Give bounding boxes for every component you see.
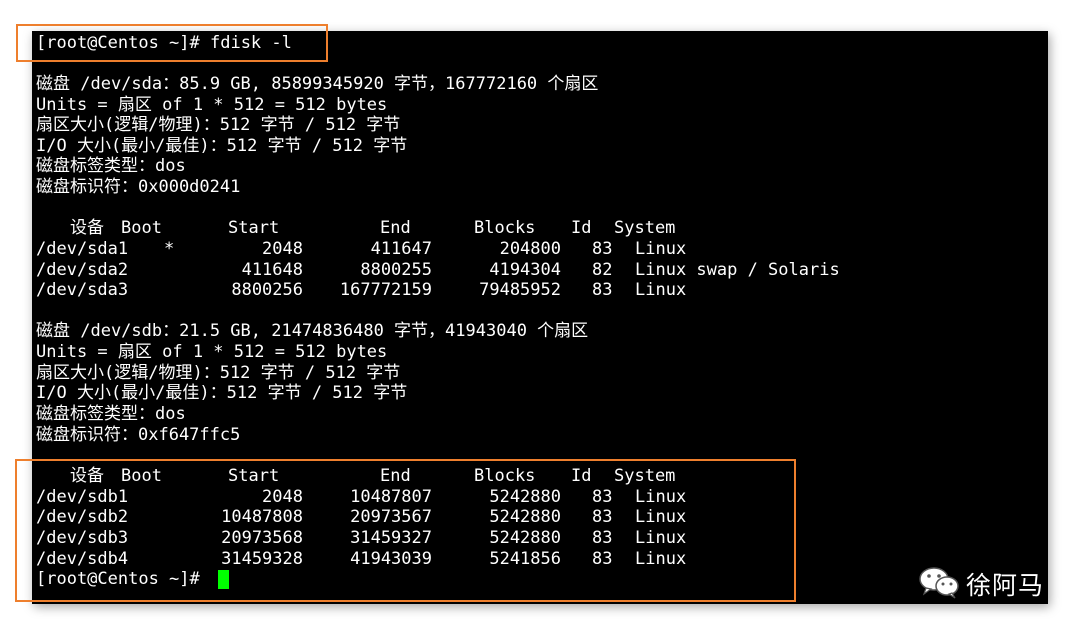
device-cell: /dev/sda1 [36,239,129,259]
sdb-info-line: 磁盘标识符：0xf647ffc5 [36,425,241,445]
watermark-text: 徐阿马 [966,571,1045,600]
id-cell: 83 [592,487,613,507]
device-cell: /dev/sdb3 [36,528,129,548]
device-cell: /dev/sdb1 [36,487,129,507]
blocks-cell: 4194304 [489,260,561,280]
end-cell: 41943039 [350,549,432,569]
system-cell: Linux [635,239,687,259]
column-header-id: Id [571,218,592,238]
start-cell: 2048 [262,239,303,259]
blocks-cell: 204800 [499,239,561,259]
command-prompt-line: [root@Centos ~]# fdisk -l [36,33,292,53]
blocks-cell: 5242880 [489,507,561,527]
start-cell: 411648 [241,260,303,280]
column-header-id: Id [571,466,592,486]
end-cell: 10487807 [350,487,432,507]
column-header-device: 设备 [70,466,104,486]
column-header-blocks: Blocks [474,218,536,238]
system-cell: Linux [635,528,687,548]
sda-info-line: 扇区大小(逻辑/物理)：512 字节 / 512 字节 [36,115,401,135]
id-cell: 83 [592,507,613,527]
system-cell: Linux [635,280,687,300]
sda-info-line: I/O 大小(最小/最佳)：512 字节 / 512 字节 [36,136,408,156]
id-cell: 83 [592,280,613,300]
column-header-system: System [614,218,676,238]
end-cell: 20973567 [350,507,432,527]
system-cell: Linux [635,507,687,527]
blocks-cell: 79485952 [479,280,561,300]
sdb-info-line: I/O 大小(最小/最佳)：512 字节 / 512 字节 [36,383,408,403]
end-cell: 167772159 [339,280,432,300]
column-header-boot: Boot [121,218,162,238]
sdb-info-line: 磁盘标签类型：dos [36,404,186,424]
column-header-end: End [380,466,411,486]
device-cell: /dev/sdb4 [36,549,129,569]
column-header-boot: Boot [121,466,162,486]
end-cell: 31459327 [350,528,432,548]
id-cell: 83 [592,239,613,259]
start-cell: 20973568 [221,528,303,548]
system-cell: Linux swap / Solaris [635,260,840,280]
id-cell: 82 [592,260,613,280]
column-header-blocks: Blocks [474,466,536,486]
device-cell: /dev/sda3 [36,280,129,300]
sdb-info-line: Units = 扇区 of 1 * 512 = 512 bytes [36,342,388,362]
sdb-info-line: 磁盘 /dev/sdb：21.5 GB, 21474836480 字节，4194… [36,321,589,341]
id-cell: 83 [592,549,613,569]
device-cell: /dev/sda2 [36,260,129,280]
command-prompt-line: [root@Centos ~]# [36,569,210,589]
watermark: 徐阿马 [918,564,1044,604]
sdb-info-line: 扇区大小(逻辑/物理)：512 字节 / 512 字节 [36,363,401,383]
system-cell: Linux [635,487,687,507]
sda-info-line: 磁盘 /dev/sda：85.9 GB, 85899345920 字节，1677… [36,74,599,94]
end-cell: 411647 [370,239,432,259]
sda-info-line: 磁盘标识符：0x000d0241 [36,177,241,197]
blocks-cell: 5241856 [489,549,561,569]
column-header-end: End [380,218,411,238]
end-cell: 8800255 [360,260,432,280]
start-cell: 10487808 [221,507,303,527]
column-header-start: Start [228,466,280,486]
sda-info-line: Units = 扇区 of 1 * 512 = 512 bytes [36,95,388,115]
terminal-cursor[interactable] [218,570,229,589]
sda-info-line: 磁盘标签类型：dos [36,156,186,176]
system-cell: Linux [635,549,687,569]
start-cell: 2048 [262,487,303,507]
start-cell: 31459328 [221,549,303,569]
column-header-system: System [614,466,676,486]
wechat-icon [918,565,960,603]
column-header-device: 设备 [70,218,104,238]
start-cell: 8800256 [231,280,303,300]
column-header-start: Start [228,218,280,238]
id-cell: 83 [592,528,613,548]
device-cell: /dev/sdb2 [36,507,129,527]
blocks-cell: 5242880 [489,487,561,507]
blocks-cell: 5242880 [489,528,561,548]
